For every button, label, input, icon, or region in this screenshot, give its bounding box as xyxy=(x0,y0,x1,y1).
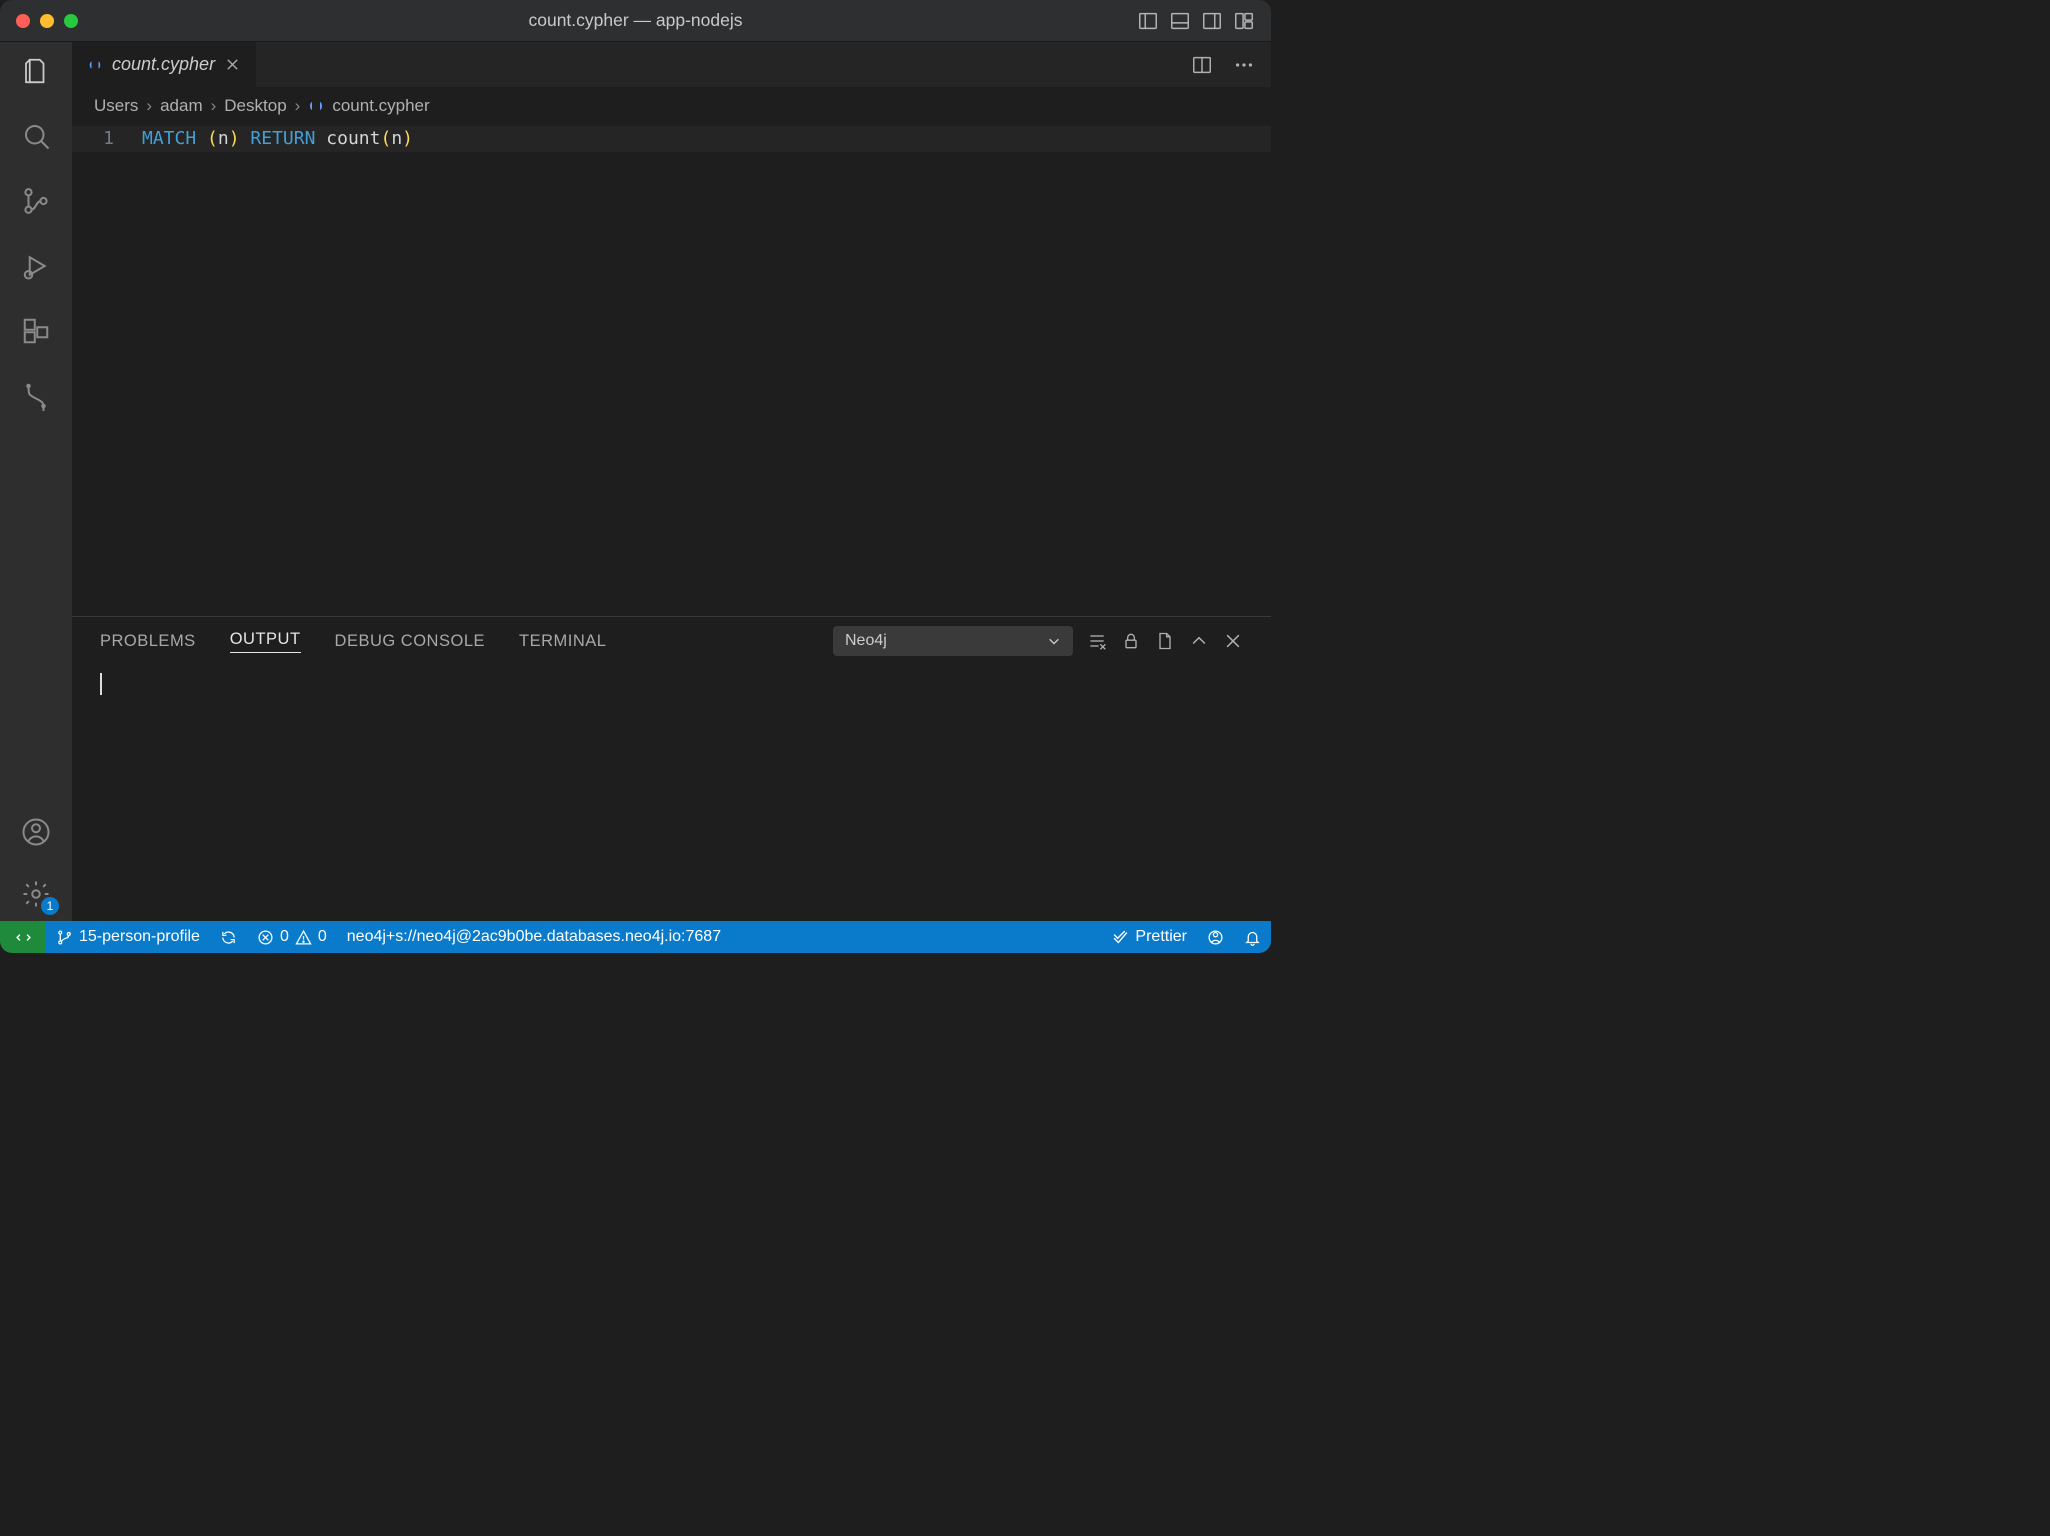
prettier-item[interactable]: Prettier xyxy=(1102,921,1197,953)
more-actions-icon[interactable] xyxy=(1233,54,1255,76)
bottom-panel: PROBLEMS OUTPUT DEBUG CONSOLE TERMINAL N… xyxy=(72,616,1271,921)
toggle-secondary-sidebar-icon[interactable] xyxy=(1201,10,1223,32)
status-bar: 15-person-profile 0 0 neo4j+s://neo4j@2a… xyxy=(0,921,1271,953)
output-channel-value: Neo4j xyxy=(845,632,887,650)
window-controls xyxy=(0,14,78,28)
breadcrumb-separator: › xyxy=(295,96,301,116)
code-editor[interactable]: 1 MATCH (n) RETURN count(n) xyxy=(72,124,1271,616)
panel-tabs: PROBLEMS OUTPUT DEBUG CONSOLE TERMINAL N… xyxy=(72,617,1271,665)
notifications-item[interactable] xyxy=(1234,921,1271,953)
toggle-primary-sidebar-icon[interactable] xyxy=(1137,10,1159,32)
breadcrumb-file[interactable]: count.cypher xyxy=(332,96,429,116)
maximize-panel-icon[interactable] xyxy=(1189,631,1209,651)
panel-tab-terminal[interactable]: TERMINAL xyxy=(519,632,606,651)
output-cursor xyxy=(100,673,102,695)
activity-bar: 1 xyxy=(0,42,72,921)
feedback-icon xyxy=(1207,929,1224,946)
toggle-panel-icon[interactable] xyxy=(1169,10,1191,32)
lock-scroll-icon[interactable] xyxy=(1121,631,1141,651)
breadcrumb-seg[interactable]: adam xyxy=(160,96,203,116)
problems-item[interactable]: 0 0 xyxy=(247,921,337,953)
sync-item[interactable] xyxy=(210,921,247,953)
panel-actions: Neo4j xyxy=(833,626,1243,656)
explorer-icon[interactable] xyxy=(21,56,51,86)
code-content[interactable]: MATCH (n) RETURN count(n) xyxy=(142,124,1271,616)
panel-tab-debug-console[interactable]: DEBUG CONSOLE xyxy=(335,632,485,651)
close-panel-icon[interactable] xyxy=(1223,631,1243,651)
chevron-down-icon xyxy=(1047,634,1061,648)
manage-button[interactable]: 1 xyxy=(21,879,51,909)
settings-update-badge: 1 xyxy=(41,897,59,915)
breadcrumb-separator: › xyxy=(211,96,217,116)
error-count: 0 xyxy=(280,928,289,946)
panel-tab-problems[interactable]: PROBLEMS xyxy=(100,632,196,651)
open-log-file-icon[interactable] xyxy=(1155,631,1175,651)
editor-group: count.cypher Users › adam › Desktop › co… xyxy=(72,42,1271,921)
remote-indicator[interactable] xyxy=(0,921,46,953)
branch-name: 15-person-profile xyxy=(79,928,200,946)
tab-count-cypher[interactable]: count.cypher xyxy=(72,42,257,87)
warning-icon xyxy=(295,929,312,946)
breadcrumb[interactable]: Users › adam › Desktop › count.cypher xyxy=(72,88,1271,124)
prettier-label: Prettier xyxy=(1135,928,1187,946)
tab-bar: count.cypher xyxy=(72,42,1271,88)
sync-icon xyxy=(220,929,237,946)
breadcrumb-separator: › xyxy=(146,96,152,116)
panel-tab-output[interactable]: OUTPUT xyxy=(230,630,301,653)
vscode-window: count.cypher — app-nodejs 1 xyxy=(0,0,1271,953)
neo4j-connection-text: neo4j+s://neo4j@2ac9b0be.databases.neo4j… xyxy=(347,928,721,946)
titlebar-layout-actions xyxy=(1137,10,1271,32)
breadcrumb-seg[interactable]: Users xyxy=(94,96,138,116)
cypher-file-icon xyxy=(308,98,324,114)
extensions-icon[interactable] xyxy=(21,316,51,346)
check-icon xyxy=(1112,929,1129,946)
window-title: count.cypher — app-nodejs xyxy=(528,10,742,31)
neo4j-icon[interactable] xyxy=(21,381,51,411)
git-branch-icon xyxy=(56,929,73,946)
source-control-icon[interactable] xyxy=(21,186,51,216)
cypher-file-icon xyxy=(88,58,102,72)
error-icon xyxy=(257,929,274,946)
window-close-button[interactable] xyxy=(16,14,30,28)
clear-output-icon[interactable] xyxy=(1087,631,1107,651)
output-body[interactable] xyxy=(72,665,1271,921)
tab-label: count.cypher xyxy=(112,54,215,75)
search-icon[interactable] xyxy=(21,121,51,151)
titlebar: count.cypher — app-nodejs xyxy=(0,0,1271,42)
window-maximize-button[interactable] xyxy=(64,14,78,28)
bell-icon xyxy=(1244,929,1261,946)
feedback-item[interactable] xyxy=(1197,921,1234,953)
output-channel-select[interactable]: Neo4j xyxy=(833,626,1073,656)
breadcrumb-seg[interactable]: Desktop xyxy=(224,96,286,116)
git-branch-item[interactable]: 15-person-profile xyxy=(46,921,210,953)
customize-layout-icon[interactable] xyxy=(1233,10,1255,32)
run-debug-icon[interactable] xyxy=(21,251,51,281)
code-line: MATCH (n) RETURN count(n) xyxy=(142,126,1271,152)
close-tab-icon[interactable] xyxy=(225,57,240,72)
warning-count: 0 xyxy=(318,928,327,946)
remote-icon xyxy=(15,929,32,946)
line-gutter: 1 xyxy=(72,124,142,616)
neo4j-connection-item[interactable]: neo4j+s://neo4j@2ac9b0be.databases.neo4j… xyxy=(337,921,731,953)
accounts-icon[interactable] xyxy=(21,817,51,847)
window-minimize-button[interactable] xyxy=(40,14,54,28)
split-editor-icon[interactable] xyxy=(1191,54,1213,76)
